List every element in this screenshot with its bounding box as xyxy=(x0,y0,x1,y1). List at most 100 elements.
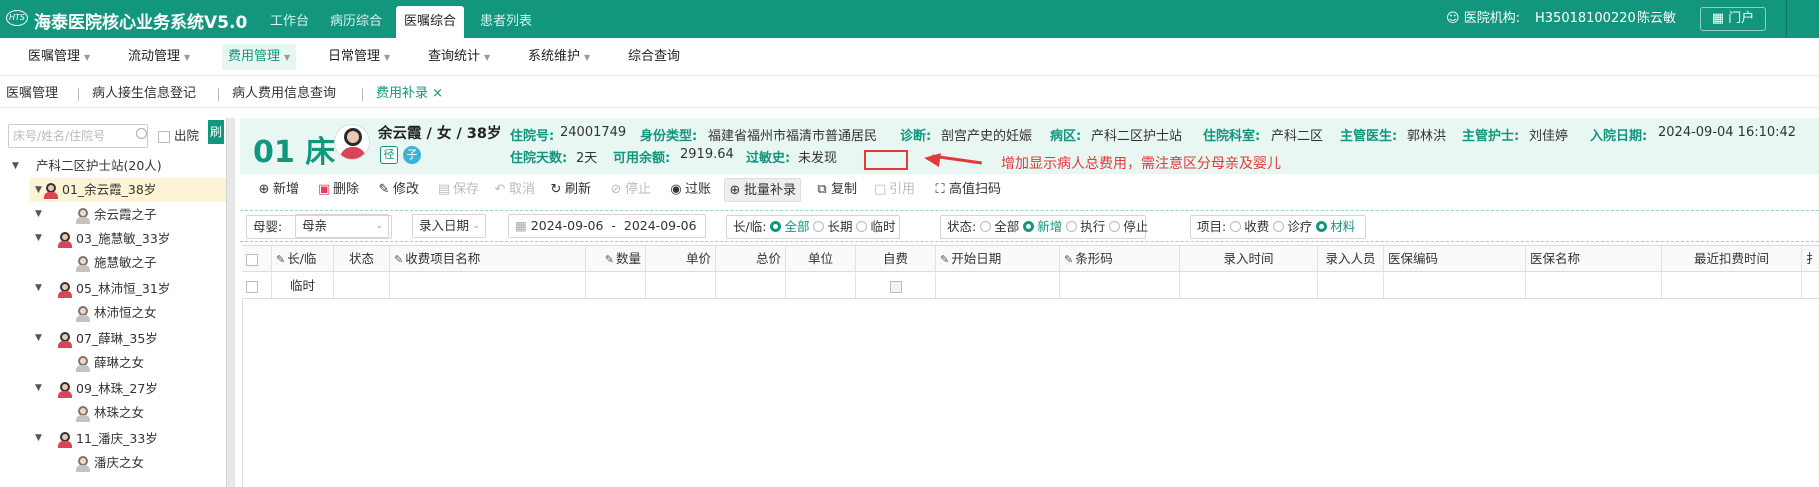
menu-fees[interactable]: 费用管理 ▼ xyxy=(222,44,297,70)
radio-treatment[interactable] xyxy=(1273,221,1285,232)
table-row[interactable]: 临时 xyxy=(242,273,1819,299)
scan-button[interactable]: ⛶ 高值扫码 xyxy=(934,178,1001,202)
cell-entry-time[interactable] xyxy=(1180,273,1318,299)
cell-start-date[interactable] xyxy=(936,273,1060,299)
crumb-fee-query[interactable]: 病人费用信息查询 xyxy=(232,80,336,108)
cell-insurance-name[interactable] xyxy=(1526,273,1662,299)
collapse-icon[interactable]: ▼ xyxy=(35,185,42,195)
portal-button[interactable]: ▦ 门户 xyxy=(1700,7,1766,31)
menu-query[interactable]: 查询统计 ▼ xyxy=(422,44,496,70)
radio-all[interactable] xyxy=(980,221,992,232)
post-button[interactable]: ◉ 过账 xyxy=(670,178,711,202)
tree-item-baby[interactable]: 潘庆之女 xyxy=(76,451,144,475)
radio-new[interactable] xyxy=(1023,221,1035,232)
collapse-icon[interactable]: ▼ xyxy=(35,383,42,393)
col-unit[interactable]: 单位 xyxy=(786,246,856,272)
cell-status[interactable] xyxy=(334,273,390,299)
select-all-checkbox[interactable] xyxy=(246,253,258,266)
menu-flow[interactable]: 流动管理 ▼ xyxy=(122,44,196,70)
cell-item-name[interactable] xyxy=(390,273,586,299)
tag-child[interactable]: 子 xyxy=(403,146,421,164)
col-total[interactable]: 总价 xyxy=(716,246,786,272)
tree-item-mother[interactable]: 05_林沛恒_31岁 xyxy=(58,277,170,301)
collapse-icon[interactable]: ▼ xyxy=(35,433,42,443)
search-icon[interactable] xyxy=(136,128,147,139)
tree-item-mother[interactable]: 01_余云霞_38岁 xyxy=(30,178,226,202)
sidebar-scrollbar[interactable] xyxy=(226,118,235,487)
search-input[interactable]: 床号/姓名/住院号 xyxy=(8,124,148,148)
col-start-date[interactable]: ✎ 开始日期 xyxy=(936,246,1060,272)
col-barcode[interactable]: ✎ 条形码 xyxy=(1060,246,1180,272)
menu-comprehensive[interactable]: 综合查询 xyxy=(622,44,686,70)
radio-material[interactable] xyxy=(1316,221,1328,232)
col-quantity[interactable]: ✎ 数量 xyxy=(586,246,646,272)
tab-records[interactable]: 病历综合 xyxy=(330,0,382,38)
menu-system[interactable]: 系统维护 ▼ xyxy=(522,44,596,70)
row-checkbox[interactable] xyxy=(246,280,258,293)
col-entry-time[interactable]: 录入时间 xyxy=(1180,246,1318,272)
edit-button[interactable]: ✎ 修改 xyxy=(378,178,419,202)
tab-orders[interactable]: 医嘱综合 xyxy=(396,6,465,38)
col-unit-price[interactable]: 单价 xyxy=(646,246,716,272)
col-insurance-code[interactable]: 医保编码 xyxy=(1384,246,1526,272)
save-button[interactable]: ▤ 保存 xyxy=(438,178,479,202)
crumb-birth[interactable]: 病人接生信息登记 xyxy=(92,80,196,108)
tree-item-mother[interactable]: 11_潘庆_33岁 xyxy=(58,427,158,451)
cell-self-pay[interactable] xyxy=(856,273,936,299)
close-icon[interactable]: × xyxy=(432,86,443,101)
cell-long-temp[interactable]: 临时 xyxy=(272,273,334,299)
tree-item-baby[interactable]: 薛琳之女 xyxy=(76,351,144,375)
cell-unit[interactable] xyxy=(786,273,856,299)
cell-insurance-code[interactable] xyxy=(1384,273,1526,299)
radio-long[interactable] xyxy=(813,221,825,232)
tree-item-mother[interactable]: 07_薛琳_35岁 xyxy=(58,327,158,351)
row-select-cell[interactable] xyxy=(242,273,272,299)
refresh-button[interactable]: ↻ 刷新 xyxy=(550,178,591,202)
cell-entry-user[interactable] xyxy=(1318,273,1384,299)
radio-charge[interactable] xyxy=(1230,221,1242,232)
col-last-charge-time[interactable]: 最近扣费时间 xyxy=(1662,246,1802,272)
col-insurance-name[interactable]: 医保名称 xyxy=(1526,246,1662,272)
tree-item-mother[interactable]: 03_施慧敏_33岁 xyxy=(58,227,170,251)
cell-total[interactable] xyxy=(716,273,786,299)
expand-icon[interactable]: ▼ xyxy=(12,154,19,178)
col-entry-user[interactable]: 录入人员 xyxy=(1318,246,1384,272)
tab-workbench[interactable]: 工作台 xyxy=(270,0,309,38)
cell-unit-price[interactable] xyxy=(646,273,716,299)
tree-item-mother[interactable]: 09_林珠_27岁 xyxy=(58,377,158,401)
collapse-icon[interactable]: ▼ xyxy=(35,233,42,243)
date-type-select[interactable]: 录入日期 ⌄ xyxy=(412,214,486,238)
radio-all[interactable] xyxy=(770,221,782,232)
add-button[interactable]: ⊕ 新增 xyxy=(258,178,299,202)
col-truncated[interactable]: 扌 xyxy=(1802,246,1819,272)
copy-button[interactable]: ⧉ 复制 xyxy=(816,178,857,202)
discharge-checkbox[interactable] xyxy=(158,130,170,143)
tree-item-baby[interactable]: 林珠之女 xyxy=(76,401,144,425)
col-item-name[interactable]: ✎ 收费项目名称 xyxy=(390,246,586,272)
cancel-button[interactable]: ↶ 取消 xyxy=(494,178,535,202)
collapse-icon[interactable]: ▼ xyxy=(35,333,42,343)
tree-item-baby[interactable]: 林沛恒之女 xyxy=(76,301,157,325)
self-pay-checkbox[interactable] xyxy=(889,280,902,293)
radio-exec[interactable] xyxy=(1066,221,1078,232)
collapse-icon[interactable]: ▼ xyxy=(35,283,42,293)
sidebar-refresh-button[interactable]: 刷 xyxy=(208,120,224,144)
tree-root[interactable]: ▼ 产科二区护士站(20人) xyxy=(12,154,162,178)
tree-item-baby[interactable]: 余云霞之子 xyxy=(76,203,157,227)
tree-item-baby[interactable]: 施慧敏之子 xyxy=(76,251,157,275)
radio-stop[interactable] xyxy=(1109,221,1121,232)
col-self-pay[interactable]: 自费 xyxy=(856,246,936,272)
delete-button[interactable]: ▣ 删除 xyxy=(318,178,359,202)
select-all-cell[interactable] xyxy=(242,246,272,272)
collapse-icon[interactable]: ▼ xyxy=(35,209,42,219)
discharge-filter[interactable]: 出院 xyxy=(158,126,199,146)
cell-quantity[interactable] xyxy=(586,273,646,299)
stop-button[interactable]: ⊘ 停止 xyxy=(610,178,651,202)
mother-baby-select[interactable]: 母亲 ⌄ xyxy=(295,214,389,238)
cell-last-charge-time[interactable] xyxy=(1662,273,1802,299)
cell-barcode[interactable] xyxy=(1060,273,1180,299)
crumb-fee-supplement[interactable]: 费用补录 × xyxy=(376,80,443,108)
date-range-input[interactable]: ▦ 2024-09-06 - 2024-09-06 xyxy=(508,214,706,238)
crumb-orders[interactable]: 医嘱管理 xyxy=(6,80,58,108)
menu-orders[interactable]: 医嘱管理 ▼ xyxy=(22,44,96,70)
